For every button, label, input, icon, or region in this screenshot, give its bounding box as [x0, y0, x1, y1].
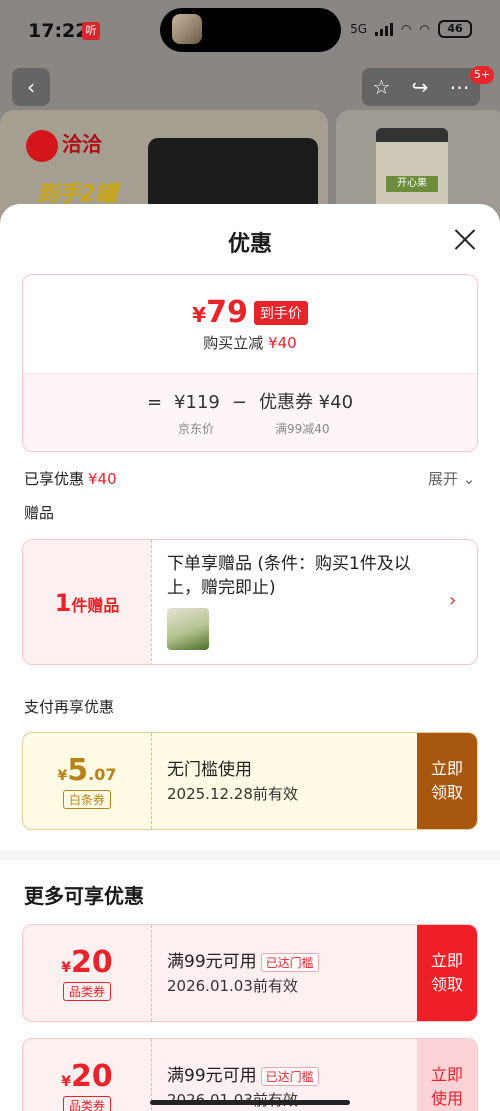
brand-icon [26, 129, 58, 162]
status-time: 17:22 [28, 20, 89, 42]
back-button[interactable]: ‹ [12, 68, 50, 106]
claim-button[interactable]: 立即领取 [417, 733, 477, 829]
dashed-divider [151, 925, 152, 1021]
instant-reduction: 购买立减 ¥40 [203, 334, 297, 352]
threshold-met-badge: 已达门槛 [260, 952, 319, 972]
more-discounts-title: 更多可享优惠 [24, 884, 144, 908]
expand-toggle[interactable]: 展开 ⌄ [428, 468, 475, 489]
favorite-star-icon[interactable]: ☆ [373, 75, 391, 99]
dashed-divider [151, 540, 152, 664]
enjoyed-discount: 已享优惠 ¥40 [24, 470, 117, 488]
coupon-title: 无门槛使用 [167, 760, 252, 780]
status-icons: 5G ◠ ◠ 46 [350, 20, 472, 38]
coupon-value: ¥5.07 白条券 [57, 753, 117, 809]
wifi-icon: ◠ [401, 22, 412, 36]
close-icon[interactable] [450, 224, 480, 254]
coupon-type-badge: 白条券 [62, 790, 111, 809]
pay-section-label: 支付再享优惠 [24, 698, 115, 716]
discount-sheet: 优惠 ¥79 到手价 购买立减 ¥40 = ¥119− 优惠券 ¥40 京东价 满9… [0, 204, 500, 1111]
dynamic-island [160, 8, 341, 52]
price-equation: = ¥119− 优惠券 ¥40 [146, 392, 354, 413]
coupon-title: 满99元可用 已达门槛 [167, 1061, 319, 1086]
baitiao-coupon-card: ¥5.07 白条券 无门槛使用 2025.12.28前有效 立即领取 [22, 732, 478, 830]
gift-count: 1件赠品 [23, 540, 151, 664]
gift-card[interactable]: 1件赠品 下单享赠品 (条件：购买1件及以上，赠完即止) › [22, 539, 478, 665]
jd-price: ¥119 [174, 392, 220, 413]
jd-price-label: 京东价 [178, 422, 215, 436]
coupon-expiry: 2026.01.03前有效 [167, 977, 298, 995]
dashed-divider [151, 733, 152, 829]
category-coupon-card: ¥20 品类券 满99元可用 已达门槛 2026.01.03前有效 立即领取 [22, 924, 478, 1022]
signal-icon [375, 22, 394, 36]
coupon-expiry: 2025.12.28前有效 [167, 785, 298, 803]
threshold-met-badge: 已达门槛 [260, 1066, 319, 1086]
coupon-condition: 满99减40 [275, 422, 330, 436]
gift-section-label: 赠品 [24, 504, 55, 522]
share-icon[interactable]: ↪ [412, 75, 429, 99]
more-icon[interactable]: ⋯ [449, 75, 469, 99]
battery-icon: 46 [438, 20, 472, 38]
section-divider [0, 850, 500, 860]
coupon-type-badge: 品类券 [62, 1096, 111, 1111]
final-price: ¥79 [192, 295, 248, 330]
coupon-value: ¥20 品类券 [61, 945, 113, 1001]
gift-product-thumbnail [167, 608, 209, 650]
final-price-tag: 到手价 [253, 300, 308, 325]
home-indicator[interactable] [150, 1100, 350, 1105]
chevron-right-icon: › [449, 590, 457, 611]
claim-button[interactable]: 立即领取 [417, 925, 477, 1021]
chevron-down-icon: ⌄ [462, 470, 476, 488]
coupon-type-badge: 品类券 [62, 982, 111, 1001]
wifi-icon-2: ◠ [419, 22, 430, 36]
coupon-value: ¥20 品类券 [23, 1039, 151, 1111]
gift-description: 下单享赠品 (条件：购买1件及以上，赠完即止) [167, 554, 411, 598]
sheet-title: 优惠 [227, 232, 272, 257]
status-bar: 17:22 听 5G ◠ ◠ 46 [0, 0, 500, 60]
brand-logo: 洽洽 [26, 128, 102, 162]
media-thumbnail [172, 14, 202, 44]
app-notification-icon: 听 [82, 22, 100, 40]
use-button[interactable]: 立即使用 [417, 1039, 477, 1111]
chevron-left-icon: ‹ [27, 75, 35, 99]
network-label: 5G [350, 22, 368, 36]
message-count-badge: 5+ [470, 66, 495, 84]
action-group: ☆ ↪ ⋯ [362, 68, 480, 106]
coupon-amount: 优惠券 ¥40 [258, 392, 354, 413]
coupon-title: 满99元可用 已达门槛 [167, 947, 319, 972]
price-breakdown: ¥79 到手价 购买立减 ¥40 = ¥119− 优惠券 ¥40 京东价 满99减4… [22, 274, 478, 452]
